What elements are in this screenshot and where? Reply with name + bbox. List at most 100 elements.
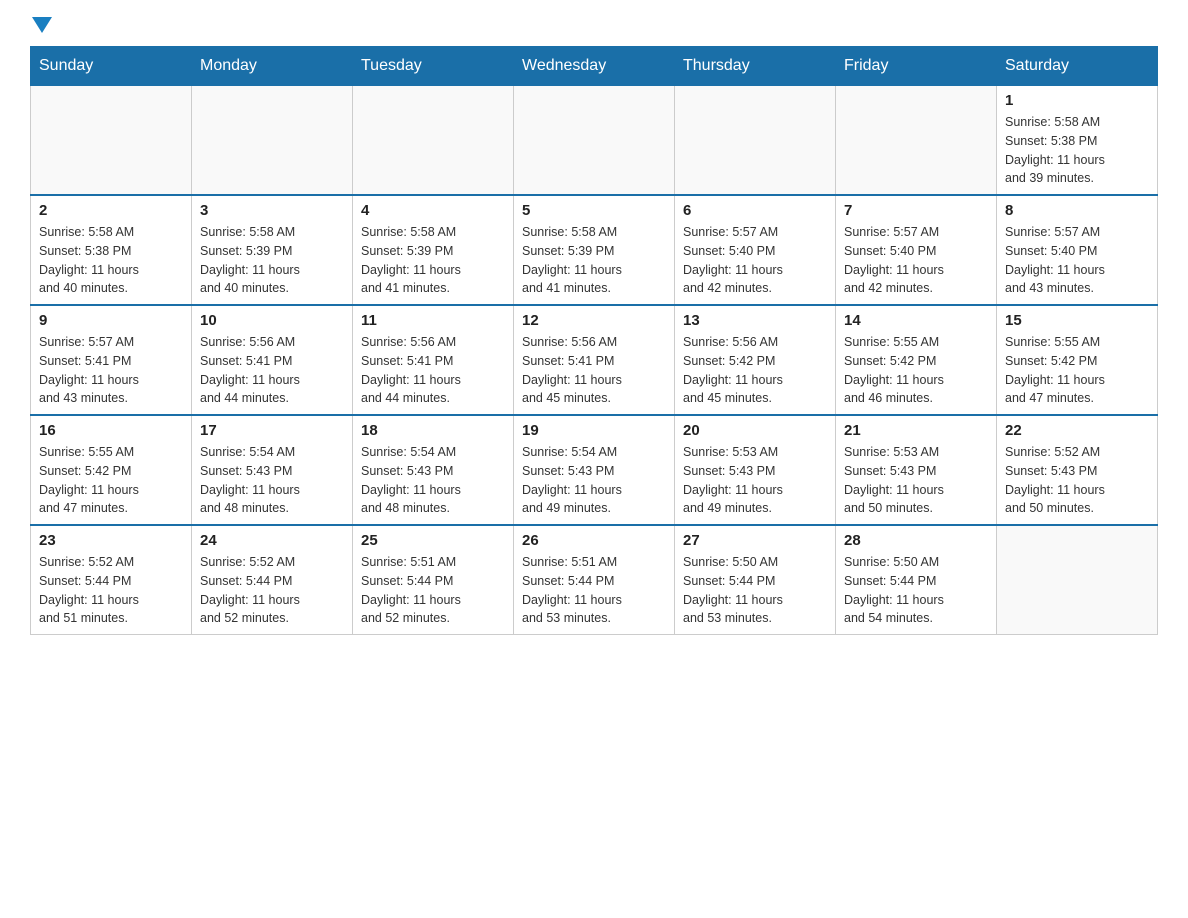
calendar-day-cell: 4Sunrise: 5:58 AMSunset: 5:39 PMDaylight… <box>353 195 514 305</box>
calendar-day-cell: 10Sunrise: 5:56 AMSunset: 5:41 PMDayligh… <box>192 305 353 415</box>
calendar-day-cell: 22 Sunrise: 5:52 AMSunset: 5:43 PMDayligh… <box>997 415 1158 525</box>
day-info: Sunrise: 5:51 AMSunset: 5:44 PMDaylight:… <box>361 553 505 628</box>
day-info: Sunrise: 5:50 AMSunset: 5:44 PMDaylight:… <box>844 553 988 628</box>
calendar-table: SundayMondayTuesdayWednesdayThursdayFrid… <box>30 46 1158 635</box>
day-number: 20 <box>683 422 827 439</box>
calendar-day-cell: 15 Sunrise: 5:55 AMSunset: 5:42 PMDayligh… <box>997 305 1158 415</box>
calendar-day-cell <box>514 86 675 196</box>
header-monday: Monday <box>192 47 353 86</box>
day-info: Sunrise: 5:57 AMSunset: 5:41 PMDaylight:… <box>39 333 183 408</box>
day-number: 8 <box>1005 202 1149 219</box>
day-info: Sunrise: 5:58 AMSunset: 5:39 PMDaylight:… <box>200 223 344 298</box>
day-info: Sunrise: 5:51 AMSunset: 5:44 PMDaylight:… <box>522 553 666 628</box>
day-number: 21 <box>844 422 988 439</box>
day-number: 9 <box>39 312 183 329</box>
day-info: Sunrise: 5:58 AMSunset: 5:39 PMDaylight:… <box>522 223 666 298</box>
day-info: Sunrise: 5:54 AMSunset: 5:43 PMDaylight:… <box>200 443 344 518</box>
calendar-day-cell: 3 Sunrise: 5:58 AMSunset: 5:39 PMDaylight… <box>192 195 353 305</box>
day-info: Sunrise: 5:58 AMSunset: 5:38 PMDaylight:… <box>39 223 183 298</box>
day-info: Sunrise: 5:52 AMSunset: 5:44 PMDaylight:… <box>39 553 183 628</box>
day-info: Sunrise: 5:55 AMSunset: 5:42 PMDaylight:… <box>844 333 988 408</box>
day-info: Sunrise: 5:57 AMSunset: 5:40 PMDaylight:… <box>1005 223 1149 298</box>
calendar-day-cell: 7 Sunrise: 5:57 AMSunset: 5:40 PMDaylight… <box>836 195 997 305</box>
calendar-day-cell: 25 Sunrise: 5:51 AMSunset: 5:44 PMDayligh… <box>353 525 514 635</box>
calendar-day-cell: 26 Sunrise: 5:51 AMSunset: 5:44 PMDayligh… <box>514 525 675 635</box>
day-number: 18 <box>361 422 505 439</box>
day-number: 11 <box>361 312 505 329</box>
day-number: 26 <box>522 532 666 549</box>
calendar-day-cell: 19 Sunrise: 5:54 AMSunset: 5:43 PMDayligh… <box>514 415 675 525</box>
day-number: 14 <box>844 312 988 329</box>
day-number: 25 <box>361 532 505 549</box>
day-number: 27 <box>683 532 827 549</box>
day-info: Sunrise: 5:52 AMSunset: 5:44 PMDaylight:… <box>200 553 344 628</box>
calendar-day-cell: 18 Sunrise: 5:54 AMSunset: 5:43 PMDayligh… <box>353 415 514 525</box>
day-number: 17 <box>200 422 344 439</box>
day-number: 5 <box>522 202 666 219</box>
calendar-day-cell: 28 Sunrise: 5:50 AMSunset: 5:44 PMDayligh… <box>836 525 997 635</box>
day-number: 15 <box>1005 312 1149 329</box>
calendar-day-cell: 5 Sunrise: 5:58 AMSunset: 5:39 PMDaylight… <box>514 195 675 305</box>
calendar-day-cell: 12 Sunrise: 5:56 AMSunset: 5:41 PMDayligh… <box>514 305 675 415</box>
calendar-day-cell <box>31 86 192 196</box>
calendar-day-cell: 23 Sunrise: 5:52 AMSunset: 5:44 PMDayligh… <box>31 525 192 635</box>
logo <box>30 20 52 36</box>
calendar-week-row: 2Sunrise: 5:58 AMSunset: 5:38 PMDaylight… <box>31 195 1158 305</box>
day-number: 23 <box>39 532 183 549</box>
calendar-week-row: 9 Sunrise: 5:57 AMSunset: 5:41 PMDaylight… <box>31 305 1158 415</box>
calendar-day-cell: 8 Sunrise: 5:57 AMSunset: 5:40 PMDaylight… <box>997 195 1158 305</box>
calendar-day-cell: 13Sunrise: 5:56 AMSunset: 5:42 PMDayligh… <box>675 305 836 415</box>
day-info: Sunrise: 5:50 AMSunset: 5:44 PMDaylight:… <box>683 553 827 628</box>
day-info: Sunrise: 5:52 AMSunset: 5:43 PMDaylight:… <box>1005 443 1149 518</box>
calendar-day-cell: 27 Sunrise: 5:50 AMSunset: 5:44 PMDayligh… <box>675 525 836 635</box>
day-info: Sunrise: 5:56 AMSunset: 5:42 PMDaylight:… <box>683 333 827 408</box>
day-number: 3 <box>200 202 344 219</box>
calendar-day-cell: 2Sunrise: 5:58 AMSunset: 5:38 PMDaylight… <box>31 195 192 305</box>
day-number: 16 <box>39 422 183 439</box>
day-info: Sunrise: 5:55 AMSunset: 5:42 PMDaylight:… <box>1005 333 1149 408</box>
logo-triangle-icon <box>32 17 52 33</box>
calendar-day-cell <box>353 86 514 196</box>
header-tuesday: Tuesday <box>353 47 514 86</box>
calendar-day-cell <box>836 86 997 196</box>
day-number: 28 <box>844 532 988 549</box>
calendar-header-row: SundayMondayTuesdayWednesdayThursdayFrid… <box>31 47 1158 86</box>
day-number: 22 <box>1005 422 1149 439</box>
calendar-week-row: 16 Sunrise: 5:55 AMSunset: 5:42 PMDayligh… <box>31 415 1158 525</box>
calendar-day-cell: 16 Sunrise: 5:55 AMSunset: 5:42 PMDayligh… <box>31 415 192 525</box>
day-info: Sunrise: 5:56 AMSunset: 5:41 PMDaylight:… <box>522 333 666 408</box>
page-header <box>30 20 1158 36</box>
header-thursday: Thursday <box>675 47 836 86</box>
day-info: Sunrise: 5:54 AMSunset: 5:43 PMDaylight:… <box>522 443 666 518</box>
day-info: Sunrise: 5:53 AMSunset: 5:43 PMDaylight:… <box>683 443 827 518</box>
header-friday: Friday <box>836 47 997 86</box>
calendar-day-cell: 9 Sunrise: 5:57 AMSunset: 5:41 PMDaylight… <box>31 305 192 415</box>
calendar-day-cell: 24 Sunrise: 5:52 AMSunset: 5:44 PMDayligh… <box>192 525 353 635</box>
calendar-week-row: 23 Sunrise: 5:52 AMSunset: 5:44 PMDayligh… <box>31 525 1158 635</box>
day-info: Sunrise: 5:58 AMSunset: 5:38 PMDaylight:… <box>1005 113 1149 188</box>
day-info: Sunrise: 5:58 AMSunset: 5:39 PMDaylight:… <box>361 223 505 298</box>
calendar-day-cell: 21 Sunrise: 5:53 AMSunset: 5:43 PMDayligh… <box>836 415 997 525</box>
calendar-day-cell <box>997 525 1158 635</box>
day-info: Sunrise: 5:57 AMSunset: 5:40 PMDaylight:… <box>683 223 827 298</box>
day-number: 12 <box>522 312 666 329</box>
calendar-day-cell: 11 Sunrise: 5:56 AMSunset: 5:41 PMDayligh… <box>353 305 514 415</box>
day-info: Sunrise: 5:54 AMSunset: 5:43 PMDaylight:… <box>361 443 505 518</box>
calendar-day-cell: 14 Sunrise: 5:55 AMSunset: 5:42 PMDayligh… <box>836 305 997 415</box>
calendar-day-cell <box>675 86 836 196</box>
day-info: Sunrise: 5:53 AMSunset: 5:43 PMDaylight:… <box>844 443 988 518</box>
header-sunday: Sunday <box>31 47 192 86</box>
day-info: Sunrise: 5:56 AMSunset: 5:41 PMDaylight:… <box>200 333 344 408</box>
day-info: Sunrise: 5:57 AMSunset: 5:40 PMDaylight:… <box>844 223 988 298</box>
calendar-day-cell: 1 Sunrise: 5:58 AMSunset: 5:38 PMDaylight… <box>997 86 1158 196</box>
day-number: 7 <box>844 202 988 219</box>
day-info: Sunrise: 5:56 AMSunset: 5:41 PMDaylight:… <box>361 333 505 408</box>
day-info: Sunrise: 5:55 AMSunset: 5:42 PMDaylight:… <box>39 443 183 518</box>
header-saturday: Saturday <box>997 47 1158 86</box>
day-number: 19 <box>522 422 666 439</box>
calendar-day-cell: 6 Sunrise: 5:57 AMSunset: 5:40 PMDaylight… <box>675 195 836 305</box>
day-number: 1 <box>1005 92 1149 109</box>
calendar-day-cell: 17 Sunrise: 5:54 AMSunset: 5:43 PMDayligh… <box>192 415 353 525</box>
day-number: 24 <box>200 532 344 549</box>
day-number: 6 <box>683 202 827 219</box>
